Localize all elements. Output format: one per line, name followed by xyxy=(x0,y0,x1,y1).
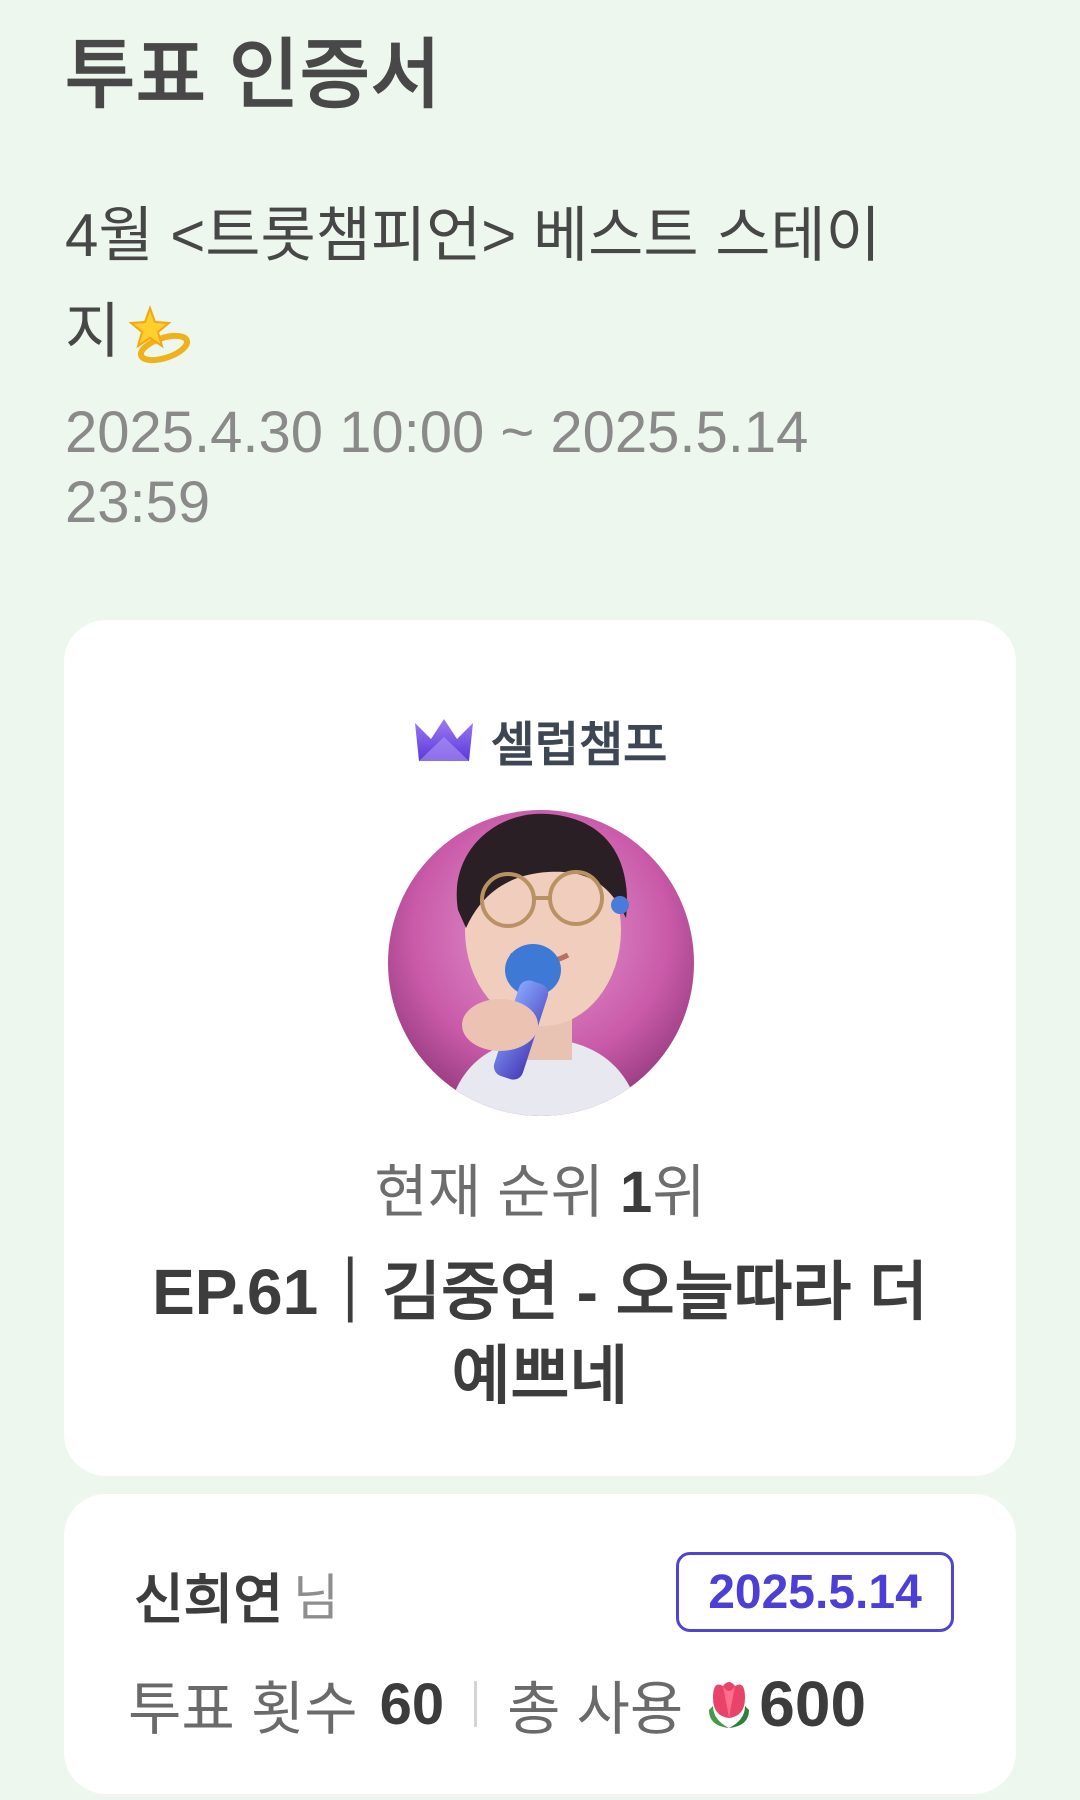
stats-divider xyxy=(474,1681,478,1727)
voter-card: 신희연 님 2025.5.14 투표 횟수 60 총 사용 600 xyxy=(64,1494,1016,1794)
vote-period-start: 2025.4.30 10:00 ~ 2025.5.14 xyxy=(65,400,809,465)
brand-logo: 셀럽챔프 xyxy=(64,705,1016,775)
current-rank: 현재 순위 1위 xyxy=(64,1145,1016,1229)
song-title-line1: EP.61｜김중연 - 오늘따라 더 xyxy=(152,1256,928,1328)
vote-date-badge: 2025.5.14 xyxy=(676,1552,954,1632)
artist-avatar xyxy=(388,810,694,1116)
total-used-label: 총 사용 xyxy=(507,1677,684,1742)
vote-count-label: 투표 횟수 xyxy=(128,1677,358,1742)
vote-title: 4월 <트롯챔피언> 베스트 스테이지 xyxy=(65,188,925,380)
brand-name: 셀럽챔프 xyxy=(490,719,668,772)
tulip-icon xyxy=(709,1682,750,1728)
vote-period: 2025.4.30 10:00 ~ 2025.5.14 23:59 xyxy=(65,398,945,537)
rank-suffix: 위 xyxy=(652,1160,706,1225)
song-title: EP.61｜김중연 - 오늘따라 더 예쁘네 xyxy=(104,1250,976,1419)
voter-info-row: 신희연 님 2025.5.14 xyxy=(134,1552,954,1636)
total-used-value: 600 xyxy=(759,1668,867,1740)
rank-label: 현재 순위 xyxy=(374,1160,604,1225)
rank-value: 1 xyxy=(620,1160,653,1225)
voter-honorific: 님 xyxy=(293,1570,340,1626)
crown-icon xyxy=(414,719,473,761)
vote-result-card: 셀럽챔프 현재 순위 1위 EP.61｜김중연 - 오늘따라 더 예쁘네 xyxy=(64,620,1016,1476)
voter-name: 신희연 xyxy=(134,1569,284,1630)
vote-count-value: 60 xyxy=(379,1671,445,1737)
vote-period-end: 23:59 xyxy=(65,469,211,535)
dizzy-star-icon xyxy=(128,305,191,364)
page-title: 투표 인증서 xyxy=(65,33,442,118)
song-title-line2: 예쁘네 xyxy=(451,1340,629,1413)
artist-photo xyxy=(388,810,694,1116)
vote-stats: 투표 횟수 60 총 사용 600 xyxy=(128,1654,988,1754)
